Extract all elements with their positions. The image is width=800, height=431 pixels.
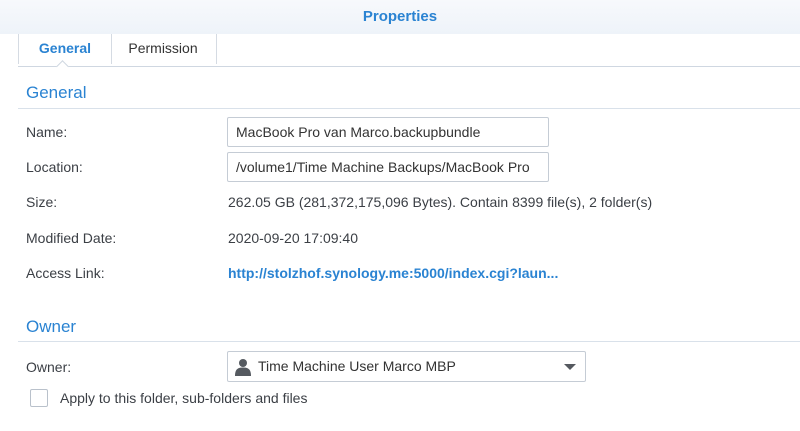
apply-recursive-label[interactable]: Apply to this folder, sub-folders and fi… [60,390,307,406]
tab-permission[interactable]: Permission [110,34,217,64]
chevron-down-icon [564,364,576,370]
properties-dialog: Properties General Permission General Na… [0,0,800,431]
dialog-title: Properties [362,8,438,25]
user-icon [235,359,251,376]
modified-date-label: Modified Date: [26,230,117,246]
size-label: Size: [26,194,58,210]
general-section-divider [18,108,800,109]
apply-recursive-checkbox[interactable] [30,389,48,407]
modified-date-value: 2020-09-20 17:09:40 [228,230,358,246]
title-bar: Properties [0,0,800,34]
access-link[interactable]: http://stolzhof.synology.me:5000/index.c… [228,265,558,281]
name-field[interactable]: MacBook Pro van Marco.backupbundle [227,117,549,147]
owner-select-value: Time Machine User Marco MBP [258,358,456,374]
name-label: Name: [26,124,68,140]
owner-select[interactable]: Time Machine User Marco MBP [227,351,586,382]
access-link-label: Access Link: [26,265,105,281]
tab-general[interactable]: General [18,34,112,64]
owner-section-divider [18,341,800,342]
tab-divider [18,66,800,67]
owner-label: Owner: [26,359,72,375]
general-section-title: General [26,83,87,102]
size-value: 262.05 GB (281,372,175,096 Bytes). Conta… [228,194,653,210]
location-field[interactable]: /volume1/Time Machine Backups/MacBook Pr… [227,152,549,182]
location-label: Location: [26,159,83,175]
owner-section-title: Owner [26,317,77,336]
